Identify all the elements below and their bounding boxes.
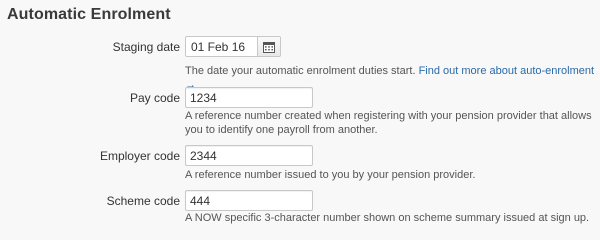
calendar-icon bbox=[263, 41, 275, 53]
pay-code-help: A reference number created when register… bbox=[185, 110, 592, 136]
pay-code-label: Pay code bbox=[129, 91, 180, 105]
scheme-code-help: A NOW specific 3-character number shown … bbox=[185, 212, 590, 224]
scheme-code-input[interactable] bbox=[185, 190, 313, 211]
staging-date-field bbox=[185, 36, 281, 57]
employer-code-help: A reference number issued to you by your… bbox=[185, 169, 476, 181]
pay-code-input[interactable] bbox=[185, 87, 313, 108]
calendar-button[interactable] bbox=[257, 37, 280, 56]
staging-date-label: Staging date bbox=[112, 40, 180, 54]
staging-date-help-text: The date your automatic enrolment duties… bbox=[185, 65, 416, 77]
employer-code-input[interactable] bbox=[185, 145, 313, 166]
scheme-code-label: Scheme code bbox=[106, 194, 180, 208]
staging-date-input[interactable] bbox=[186, 37, 257, 56]
section-title: Automatic Enrolment bbox=[7, 6, 171, 23]
employer-code-label: Employer code bbox=[99, 149, 180, 163]
